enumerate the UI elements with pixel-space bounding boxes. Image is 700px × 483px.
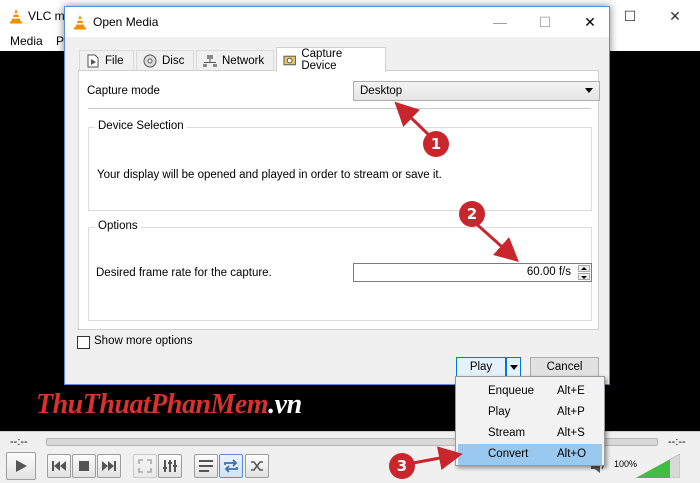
chevron-down-icon (585, 88, 593, 93)
spin-buttons (578, 265, 590, 280)
play-icon (16, 460, 27, 472)
dialog-maximize-button[interactable]: ☐ (530, 11, 560, 33)
watermark: ThuThuatPhanMem.vn (36, 389, 302, 421)
fullscreen-button[interactable] (133, 454, 157, 478)
menu-item-convert[interactable]: Convert Alt+O (458, 444, 602, 465)
volume-slider[interactable] (636, 454, 680, 478)
file-icon (87, 54, 99, 68)
capture-mode-select[interactable]: Desktop (353, 81, 600, 101)
spin-down-button[interactable] (578, 273, 590, 280)
elapsed-time: --:-- (10, 436, 28, 448)
vlc-window-title: VLC m (28, 9, 65, 23)
loop-icon (224, 459, 238, 473)
capture-device-icon (283, 55, 296, 66)
menu-media[interactable]: Media (10, 34, 43, 48)
stop-icon (79, 461, 89, 471)
tab-file-label: File (105, 55, 124, 67)
stop-button[interactable] (72, 454, 96, 478)
vlc-maximize-button[interactable]: ☐ (615, 6, 645, 26)
capture-mode-label: Capture mode (87, 85, 160, 97)
spin-up-button[interactable] (578, 265, 590, 272)
chevron-down-icon (581, 276, 587, 279)
frame-rate-value: 60.00 f/s (526, 266, 571, 278)
network-icon (203, 55, 217, 67)
watermark-part-3: .vn (268, 389, 302, 420)
menu-playback[interactable]: P (56, 34, 64, 48)
device-selection-text: Your display will be opened and played i… (97, 169, 442, 181)
tab-network[interactable]: Network (196, 50, 274, 71)
annotation-badge-2: 2 (459, 201, 485, 227)
dialog-titlebar: Open Media — ☐ ✕ (65, 7, 609, 37)
previous-icon (52, 461, 66, 471)
tab-capture-device[interactable]: Capture Device (276, 47, 386, 72)
loop-button[interactable] (219, 454, 243, 478)
tab-capture-device-label: Capture Device (301, 48, 343, 72)
frame-rate-spinbox[interactable]: 60.00 f/s (353, 263, 592, 282)
watermark-part-2: PhanMem (150, 389, 269, 420)
show-more-options-label[interactable]: Show more options (94, 335, 192, 347)
equalizer-icon (163, 460, 177, 472)
device-selection-group: Device Selection Your display will be op… (88, 120, 592, 211)
vlc-cone-icon (10, 9, 22, 24)
device-selection-title: Device Selection (95, 120, 187, 132)
divider (88, 108, 591, 109)
menu-item-label: Stream (488, 427, 526, 439)
menu-item-stream[interactable]: Stream Alt+S (458, 423, 602, 444)
total-time: --:-- (668, 436, 686, 448)
dialog-close-button[interactable]: ✕ (575, 11, 605, 33)
menu-item-shortcut: Alt+S (557, 427, 585, 439)
playlist-icon (199, 460, 213, 472)
capture-device-panel: Capture mode Desktop Device Selection Yo… (78, 70, 600, 330)
shuffle-button[interactable] (245, 454, 269, 478)
tab-disc[interactable]: Disc (136, 50, 194, 71)
dialog-minimize-button[interactable]: — (485, 11, 515, 33)
menu-item-enqueue[interactable]: Enqueue Alt+E (458, 381, 602, 402)
dialog-title: Open Media (93, 15, 159, 29)
open-media-dialog: Open Media — ☐ ✕ File Disc Network Captu… (64, 6, 610, 385)
frame-rate-label: Desired frame rate for the capture. (96, 267, 272, 279)
tab-file[interactable]: File (79, 50, 134, 71)
next-icon (102, 461, 116, 471)
annotation-badge-1: 1 (423, 131, 449, 157)
menu-item-play[interactable]: Play Alt+P (458, 402, 602, 423)
chevron-up-icon (581, 267, 587, 270)
menu-item-shortcut: Alt+E (557, 385, 585, 397)
shuffle-icon (251, 461, 263, 471)
annotation-badge-3: 3 (389, 453, 415, 479)
options-title: Options (95, 220, 141, 232)
chevron-down-icon (510, 365, 518, 370)
menu-item-label: Enqueue (488, 385, 535, 397)
disc-icon (143, 54, 157, 68)
next-button[interactable] (97, 454, 121, 478)
vlc-close-button[interactable]: ✕ (660, 6, 690, 26)
menu-item-label: Convert (488, 448, 529, 460)
tab-network-label: Network (222, 55, 265, 67)
watermark-part-1: ThuThuat (36, 389, 151, 420)
menu-item-label: Play (488, 406, 511, 418)
vlc-cone-icon (74, 15, 86, 30)
menu-item-shortcut: Alt+P (557, 406, 585, 418)
extended-settings-button[interactable] (158, 454, 182, 478)
playlist-button[interactable] (194, 454, 218, 478)
play-dropdown-menu: Enqueue Alt+E Play Alt+P Stream Alt+S Co… (455, 376, 605, 466)
play-split-button[interactable]: Play (456, 357, 506, 377)
menu-item-shortcut: Alt+O (557, 448, 587, 460)
previous-button[interactable] (47, 454, 71, 478)
capture-mode-value: Desktop (360, 85, 403, 97)
show-more-options-checkbox[interactable] (77, 336, 90, 349)
play-dropdown-button[interactable] (506, 357, 521, 377)
play-button[interactable] (6, 452, 36, 480)
cancel-button[interactable]: Cancel (530, 357, 599, 377)
tab-disc-label: Disc (162, 55, 185, 67)
volume-level: 100% (614, 459, 638, 469)
fullscreen-icon (138, 459, 152, 473)
